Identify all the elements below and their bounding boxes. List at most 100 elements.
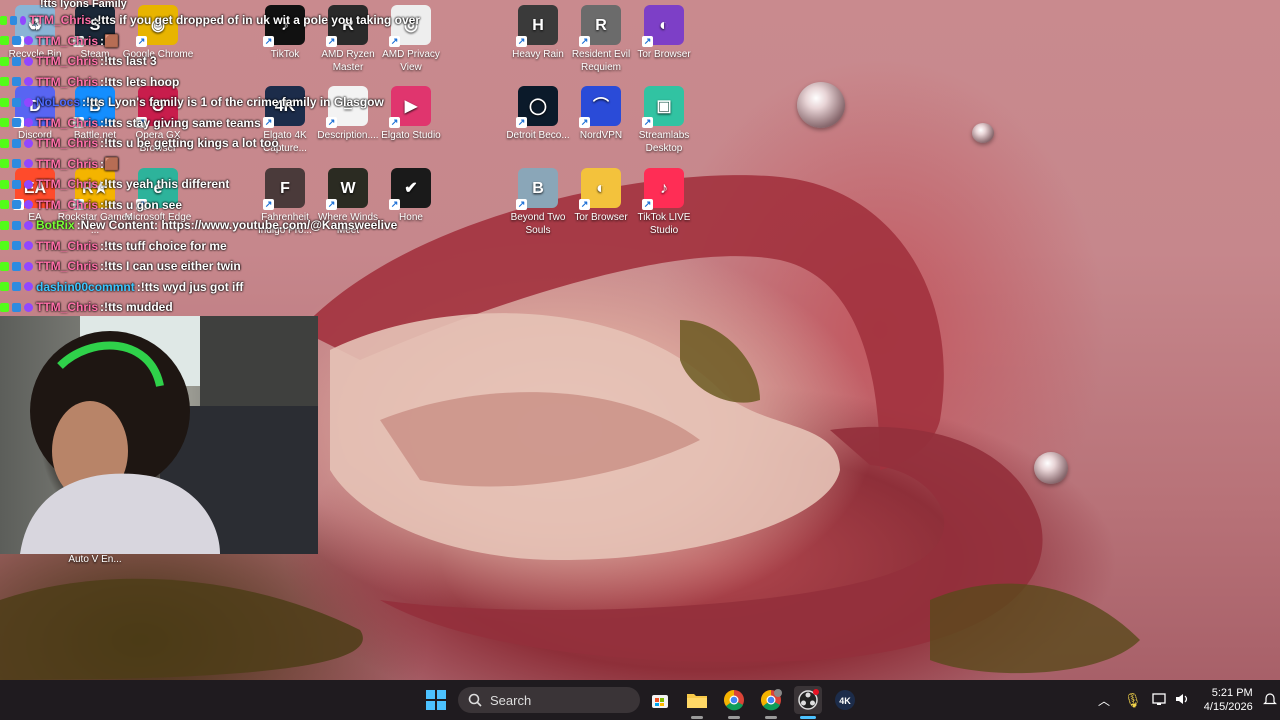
notifications-icon[interactable] — [1262, 692, 1277, 709]
elgato-4k-button[interactable]: 4K — [831, 686, 859, 714]
store-button[interactable] — [646, 686, 674, 714]
chat-badge-icon — [0, 97, 9, 107]
heavy-rain-icon: H ↗ — [516, 5, 558, 47]
taskbar-search[interactable]: Search — [458, 687, 640, 713]
chat-message: TTM_Chris : !tts lets hoop — [0, 72, 420, 93]
chat-badge-icon — [12, 200, 21, 210]
chat-message: TTM_Chris : !tts stay giving same teams — [0, 113, 420, 134]
chat-username: TTM_Chris — [36, 259, 99, 274]
chat-badge-icon — [0, 56, 9, 66]
chat-badge-icon — [24, 97, 33, 107]
webcam-overlay — [0, 316, 318, 554]
chat-message: TTM_Chris : !tts I can use either twin — [0, 256, 420, 277]
tor-browser-2-icon: ◐ ↗ — [579, 168, 621, 210]
chat-text: !tts tuff choice for me — [104, 238, 227, 253]
chat-badge-icon — [19, 15, 27, 25]
chat-text: !tts I can use either twin — [104, 259, 241, 274]
elgato-4k-icon: 4K — [835, 690, 855, 710]
chrome-button[interactable] — [720, 686, 748, 714]
chat-text: !tts if you get dropped of in uk wit a p… — [97, 13, 420, 28]
desktop-icon-label: TikTok LIVE Studio — [637, 212, 691, 236]
chat-message: TTM_Chris : !tts u be getting kings a lo… — [0, 133, 420, 154]
detroit-icon: ◯ ↗ — [516, 86, 558, 128]
chat-username: TTM_Chris — [29, 13, 92, 28]
chat-username: BotRix — [36, 218, 75, 233]
running-indicator — [691, 716, 703, 719]
chat-message: NoLocs : !tts Lyon's family is 1 of the … — [0, 92, 420, 113]
chat-badge-icon — [12, 179, 21, 189]
desktop-icon-tor-browser-1[interactable]: ◐ ↗ Tor Browser — [626, 5, 702, 61]
chat-username: TTM_Chris — [36, 300, 99, 315]
chat-username: TTM_Chris — [36, 156, 99, 171]
obs-icon — [798, 689, 819, 710]
chat-badge-icon — [12, 241, 21, 251]
chat-badge-icon — [24, 118, 33, 128]
nordvpn-icon: ⌒ ↗ — [579, 86, 621, 128]
desktop-icon-tiktok-live[interactable]: ♪ ↗ TikTok LIVE Studio — [626, 168, 702, 237]
chat-badge-icon — [24, 138, 33, 148]
chat-badge-icon — [0, 200, 9, 210]
chat-badge-icon — [12, 118, 21, 128]
shortcut-arrow-icon: ↗ — [516, 199, 527, 210]
chat-badge-icon — [0, 36, 9, 46]
resident-evil-icon: R ↗ — [579, 5, 621, 47]
chat-badge-icon — [12, 220, 21, 230]
chat-badge-icon — [24, 241, 33, 251]
file-explorer-button[interactable] — [683, 686, 711, 714]
beyond-icon: B ↗ — [516, 168, 558, 210]
windows-icon — [426, 690, 446, 710]
chat-badge-icon — [0, 282, 9, 292]
chat-text: !tts last 3 — [104, 54, 157, 69]
chat-text: !tts lets hoop — [104, 74, 180, 89]
running-indicator — [728, 716, 740, 719]
chat-message: TTM_Chris : !tts yeah this different — [0, 174, 420, 195]
folder-icon — [687, 694, 707, 708]
water-droplet — [1034, 452, 1068, 484]
volume-icon[interactable] — [1174, 692, 1190, 709]
chat-message: TTM_Chris : !tts mudded — [0, 297, 420, 318]
obs-button[interactable] — [794, 686, 822, 714]
running-indicator — [765, 716, 777, 719]
chat-badge-icon — [0, 241, 9, 251]
shortcut-arrow-icon: ↗ — [579, 199, 590, 210]
chat-badge-icon — [0, 138, 9, 148]
desktop-icon-label: Tor Browser — [637, 49, 691, 60]
shortcut-arrow-icon: ↗ — [642, 36, 653, 47]
chat-badge-icon — [0, 302, 9, 312]
chat-badge-icon — [24, 220, 33, 230]
tor-browser-1-icon: ◐ ↗ — [642, 5, 684, 47]
chat-badge-icon — [24, 200, 33, 210]
chrome-icon — [761, 689, 782, 711]
start-button[interactable] — [422, 686, 450, 714]
microphone-icon[interactable]: 🎙 — [1124, 692, 1142, 709]
chat-badge-icon — [0, 179, 9, 189]
clock[interactable]: 5:21 PM 4/15/2026 — [1204, 686, 1253, 714]
chat-badge-icon — [24, 282, 33, 292]
chat-username: TTM_Chris — [36, 115, 99, 130]
shortcut-arrow-icon: ↗ — [642, 117, 653, 128]
chat-username: TTM_Chris — [36, 177, 99, 192]
chat-message: TTM_Chris : !tts if you get dropped of i… — [0, 10, 420, 31]
show-hidden-icons-icon[interactable]: ︿ — [1096, 692, 1112, 709]
chat-badge-icon — [24, 56, 33, 66]
chat-badge-icon — [12, 36, 21, 46]
chat-text: 🟫 — [104, 33, 119, 48]
taskbar: Search 4K ︿ 🎙 5:21 PM 4/15/2026 — [0, 680, 1280, 720]
shortcut-arrow-icon: ↗ — [516, 36, 527, 47]
chat-message: TTM_Chris : !tts last 3 — [0, 51, 420, 72]
chat-username: NoLocs — [36, 95, 81, 110]
chat-badge-icon — [0, 77, 9, 87]
desktop-icon-label: Streamlabs Desktop — [638, 130, 690, 154]
streamlabs-icon: ▣ ↗ — [642, 86, 684, 128]
chat-badge-icon — [0, 159, 9, 169]
network-icon[interactable] — [1152, 692, 1168, 709]
chat-text: !tts u gon see — [104, 197, 183, 212]
chat-badge-icon — [24, 77, 33, 87]
desktop-icon-streamlabs[interactable]: ▣ ↗ Streamlabs Desktop — [626, 86, 702, 155]
chat-badge-icon — [24, 159, 33, 169]
tiktok-live-icon: ♪ ↗ — [642, 168, 684, 210]
chat-badge-icon — [24, 179, 33, 189]
chrome-profile-button[interactable] — [757, 686, 785, 714]
chat-message: TTM_Chris : !tts u gon see — [0, 195, 420, 216]
shortcut-arrow-icon: ↗ — [642, 199, 653, 210]
